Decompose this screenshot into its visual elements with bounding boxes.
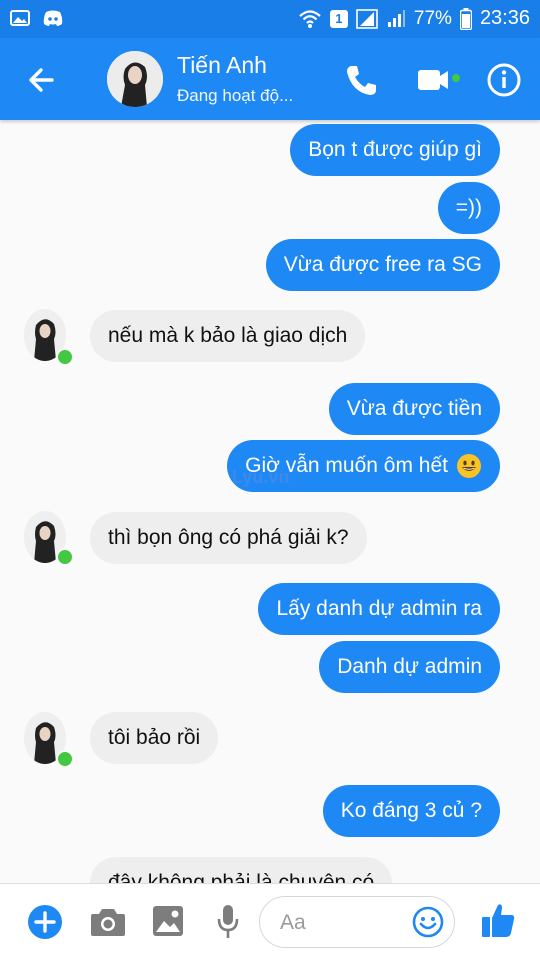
message-bubble-incoming[interactable]: nếu mà k bảo là giao dịch: [90, 310, 366, 362]
microphone-icon[interactable]: [216, 904, 240, 940]
contact-avatar[interactable]: [107, 51, 163, 107]
message-bubble-incoming[interactable]: thì bọn ông có phá giải k?: [90, 512, 367, 564]
signal-icon-2: [387, 9, 405, 27]
wifi-icon: [299, 9, 321, 28]
phone-call-icon[interactable]: [339, 58, 383, 102]
gallery-icon[interactable]: [152, 905, 184, 937]
message-bubble-outgoing[interactable]: Danh dự admin: [319, 641, 500, 693]
emoji-icon[interactable]: [412, 906, 444, 938]
chat-header: Tiến Anh Đang hoạt độ...: [0, 38, 540, 120]
message-bubble-outgoing[interactable]: Bọn t được giúp gì: [290, 124, 500, 176]
camera-icon[interactable]: [90, 906, 126, 938]
message-list[interactable]: Bọn t được giúp gì =)) Vừa được free ra …: [0, 120, 540, 883]
battery-percent: 77%: [413, 7, 452, 29]
message-bubble-outgoing[interactable]: =)): [437, 182, 500, 234]
clock: 23:36: [479, 7, 530, 29]
avatar-portrait-icon: [107, 51, 163, 107]
signal-icon-1: [356, 8, 378, 29]
online-indicator: [56, 548, 74, 566]
sim-number: 1: [335, 10, 343, 26]
info-icon[interactable]: [482, 58, 526, 102]
back-arrow-icon[interactable]: [22, 60, 62, 100]
message-bubble-outgoing[interactable]: Vừa được tiền: [328, 383, 500, 435]
plus-icon[interactable]: [27, 904, 63, 940]
message-input[interactable]: [278, 907, 412, 939]
message-bubble-outgoing[interactable]: Ko đáng 3 củ ?: [322, 785, 500, 837]
battery-icon: [459, 7, 472, 30]
contact-name[interactable]: Tiến Anh: [177, 52, 267, 79]
composer-bar: [0, 883, 540, 961]
image-notification-icon: [10, 10, 30, 26]
message-bubble-incoming[interactable]: tôi bảo rồi: [90, 712, 219, 764]
discord-icon: [43, 10, 63, 26]
thumbs-up-icon[interactable]: [480, 901, 516, 939]
watermark: Lyu.vn: [232, 467, 290, 487]
grinning-emoji-icon: [457, 454, 481, 478]
message-bubble-outgoing[interactable]: Lấy danh dự admin ra: [258, 583, 500, 635]
contact-status: Đang hoạt độ...: [177, 86, 294, 105]
online-indicator: [56, 348, 74, 366]
video-call-icon[interactable]: [414, 58, 464, 102]
sim-badge: 1: [329, 9, 348, 28]
status-bar: 1 77% 23:36: [0, 0, 540, 38]
message-bubble-incoming[interactable]: đây không phải là chuyện có: [90, 857, 393, 883]
message-compose-box[interactable]: [259, 896, 455, 948]
online-indicator: [56, 750, 74, 768]
message-bubble-outgoing[interactable]: Vừa được free ra SG: [265, 239, 500, 291]
